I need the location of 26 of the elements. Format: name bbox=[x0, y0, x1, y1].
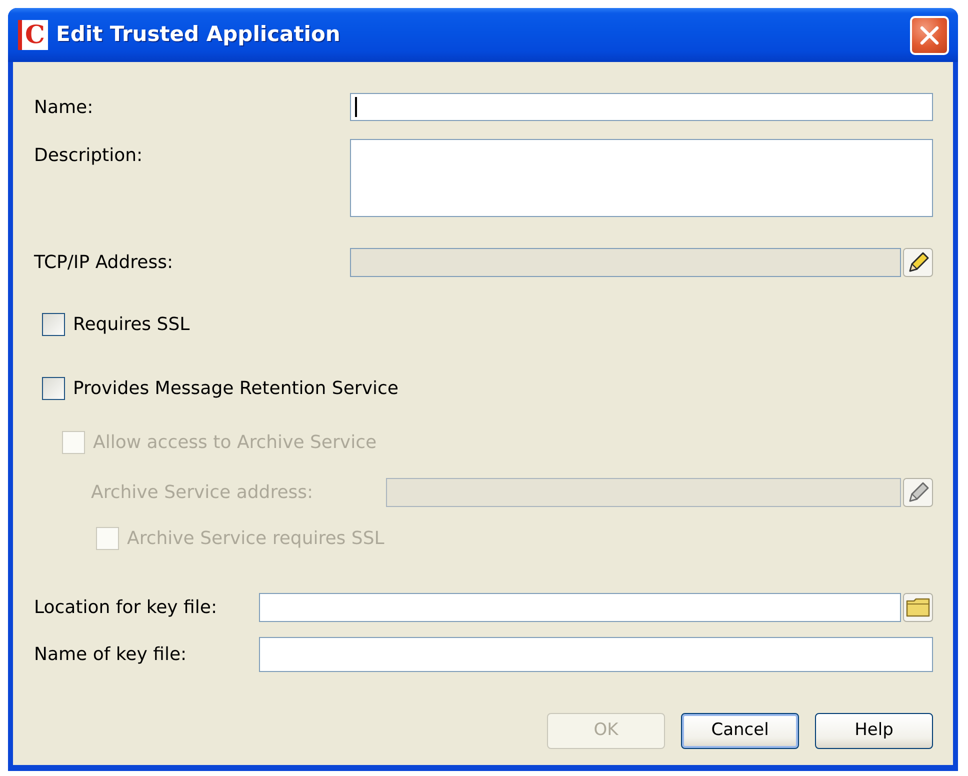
checkbox-label: Allow access to Archive Service bbox=[93, 430, 377, 454]
checkbox[interactable] bbox=[42, 376, 65, 400]
checkbox[interactable] bbox=[42, 312, 65, 336]
app-logo: C bbox=[18, 20, 48, 50]
field-label: Description: bbox=[34, 144, 144, 168]
field-label: Location for key file: bbox=[34, 596, 218, 620]
checkbox-label: Requires SSL bbox=[73, 312, 190, 336]
pencil-icon[interactable] bbox=[903, 248, 933, 277]
dialog-button[interactable]: Cancel bbox=[681, 713, 799, 749]
checkbox-label: Provides Message Retention Service bbox=[73, 376, 398, 400]
field-label: Name of key file: bbox=[34, 643, 188, 667]
checkbox-label: Archive Service requires SSL bbox=[127, 526, 384, 550]
close-icon bbox=[919, 24, 940, 46]
dialog-button[interactable]: Help bbox=[815, 713, 933, 749]
field-label: Name: bbox=[34, 96, 94, 120]
field-label: TCP/IP Address: bbox=[34, 251, 174, 275]
folder-icon[interactable] bbox=[903, 593, 933, 622]
input-field[interactable] bbox=[259, 637, 933, 672]
field-label: Archive Service address: bbox=[91, 481, 314, 505]
pencil-icon bbox=[903, 478, 933, 507]
input-field[interactable] bbox=[350, 248, 901, 277]
input-field[interactable] bbox=[259, 593, 901, 622]
close-button[interactable] bbox=[910, 16, 949, 54]
window-title: Edit Trusted Application bbox=[56, 21, 340, 48]
text-area[interactable] bbox=[350, 139, 933, 217]
input-field[interactable] bbox=[350, 93, 933, 121]
